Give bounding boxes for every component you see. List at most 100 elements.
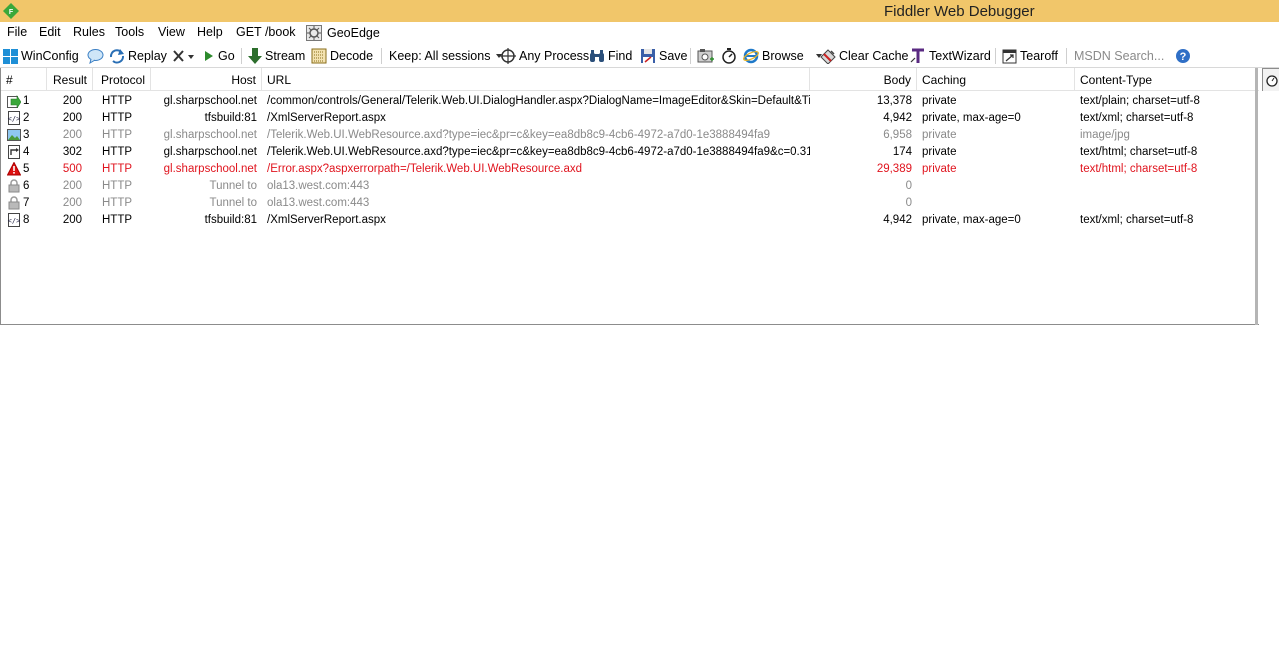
- session-row[interactable]: 1 200 HTTP gl.sharpschool.net/common/contro…: [1, 93, 1259, 110]
- menu-tools[interactable]: Tools: [115, 25, 144, 39]
- column-header-url[interactable]: URL: [262, 68, 810, 90]
- session-protocol: HTTP: [102, 112, 133, 124]
- vertical-splitter[interactable]: [1255, 68, 1258, 325]
- session-number: 4: [23, 146, 30, 158]
- session-result: 200: [62, 180, 82, 192]
- session-number: 5: [23, 163, 30, 175]
- windows-icon: [3, 48, 18, 64]
- session-result: 200: [62, 95, 82, 107]
- toolbar-divider: [995, 48, 996, 64]
- session-row[interactable]: 4 302 HTTP gl.sharpschool.net/Telerik.Web.U…: [1, 144, 1259, 161]
- screenshot-button[interactable]: [697, 47, 714, 65]
- session-host: Tunnel to: [209, 197, 257, 209]
- column-header-body[interactable]: Body: [810, 68, 917, 90]
- session-host: Tunnel to: [209, 180, 257, 192]
- clear-cache-label: Clear Cache: [839, 49, 909, 63]
- textwizard-button[interactable]: TextWizard: [910, 47, 991, 65]
- remove-sessions-button[interactable]: [172, 47, 196, 65]
- toolbar-divider: [241, 48, 242, 64]
- column-header-content-type[interactable]: Content-Type: [1075, 68, 1259, 90]
- browse-button[interactable]: Browse: [743, 47, 824, 65]
- session-content-type: text/xml; charset=utf-8: [1080, 214, 1194, 226]
- play-icon: [205, 51, 213, 61]
- session-result: 200: [62, 214, 82, 226]
- session-host: tfsbuild:81: [204, 214, 257, 226]
- comment-button[interactable]: [87, 47, 104, 65]
- tearoff-button[interactable]: Tearoff: [1002, 47, 1058, 65]
- keep-sessions-dropdown[interactable]: Keep: All sessions: [389, 47, 504, 65]
- session-row[interactable]: 5 500 HTTP gl.sharpschool.net/Error.aspx?as…: [1, 161, 1259, 178]
- session-host: tfsbuild:81: [204, 112, 257, 124]
- session-url: /XmlServerReport.aspx: [267, 112, 386, 124]
- save-button[interactable]: Save: [640, 47, 688, 65]
- msdn-search-input[interactable]: MSDN Search...: [1074, 47, 1164, 65]
- menu-get-book[interactable]: GET /book: [236, 25, 296, 39]
- lock-icon: [8, 196, 20, 210]
- session-body-size: 174: [892, 146, 912, 158]
- session-protocol: HTTP: [102, 180, 133, 192]
- session-url: /Error.aspx?aspxerrorpath=/Telerik.Web.U…: [267, 163, 583, 175]
- tearoff-label: Tearoff: [1020, 49, 1058, 63]
- session-url: ola13.west.com:443: [267, 197, 370, 209]
- session-row[interactable]: </> 8 200 HTTP tfsbuild:81/XmlServerReport.a…: [1, 212, 1259, 229]
- winconfig-button[interactable]: WinConfig: [3, 47, 79, 65]
- session-row[interactable]: 7 200 HTTP Tunnel to ola13.west.com:443 0: [1, 195, 1259, 212]
- timer-button[interactable]: [721, 47, 737, 65]
- session-number: 2: [23, 112, 30, 124]
- crosshair-icon: [500, 48, 516, 64]
- session-content-type: image/jpg: [1080, 129, 1130, 141]
- session-content-type: [1075, 195, 1255, 212]
- stopwatch-icon: [1266, 75, 1278, 87]
- decode-button[interactable]: Decode: [311, 47, 373, 65]
- geoedge-icon: [306, 25, 322, 41]
- clear-cache-button[interactable]: Clear Cache: [820, 47, 908, 65]
- tearoff-window-icon: [1002, 49, 1017, 63]
- menu-view[interactable]: View: [158, 25, 185, 39]
- stopwatch-icon: [722, 48, 736, 64]
- session-body-size: 0: [905, 197, 912, 209]
- menu-help[interactable]: Help: [197, 25, 223, 39]
- column-header-host[interactable]: Host: [151, 68, 262, 90]
- menu-edit[interactable]: Edit: [39, 25, 61, 39]
- any-process-button[interactable]: Any Process: [500, 47, 589, 65]
- session-content-type: text/html; charset=utf-8: [1080, 163, 1198, 175]
- session-caching: private: [922, 129, 957, 141]
- inspector-panel-edge[interactable]: [1262, 68, 1279, 91]
- session-caching: [917, 178, 1075, 195]
- session-url: ola13.west.com:443: [267, 180, 370, 192]
- session-row[interactable]: </> 2 200 HTTP tfsbuild:81/XmlServerReport.a…: [1, 110, 1259, 127]
- session-caching: private, max-age=0: [922, 112, 1021, 124]
- column-header-result[interactable]: Result: [47, 68, 93, 90]
- fiddler-logo-icon: F: [3, 3, 19, 19]
- xml-doc-icon: </>: [8, 213, 21, 227]
- column-header-caching[interactable]: Caching: [917, 68, 1075, 90]
- replay-button[interactable]: Replay: [109, 47, 167, 65]
- toolbar-divider: [1066, 48, 1067, 64]
- find-label: Find: [608, 49, 633, 63]
- save-label: Save: [659, 49, 688, 63]
- session-body-size: 6,958: [883, 129, 912, 141]
- find-button[interactable]: Find: [589, 47, 632, 65]
- session-row[interactable]: 6 200 HTTP Tunnel to ola13.west.com:443 0: [1, 178, 1259, 195]
- column-header-protocol[interactable]: Protocol: [93, 68, 151, 90]
- session-row[interactable]: 3 200 HTTP gl.sharpschool.net/Telerik.Web.U…: [1, 127, 1259, 144]
- help-button[interactable]: ?: [1175, 47, 1191, 65]
- go-button[interactable]: Go: [203, 47, 235, 65]
- column-header-number[interactable]: #: [1, 68, 47, 90]
- session-body-size: 13,378: [876, 95, 912, 107]
- svg-text:F: F: [9, 9, 14, 16]
- go-label: Go: [218, 49, 235, 63]
- menu-geoedge[interactable]: GeoEdge: [306, 25, 380, 41]
- stream-button[interactable]: Stream: [248, 47, 305, 65]
- sessions-header: # Result Protocol Host URL Body Caching …: [1, 68, 1259, 91]
- menu-rules[interactable]: Rules: [73, 25, 105, 39]
- svg-text:</>: </>: [8, 217, 21, 225]
- winconfig-label: WinConfig: [21, 49, 79, 63]
- speech-bubble-icon: [87, 49, 104, 64]
- session-host: gl.sharpschool.net: [163, 129, 257, 141]
- session-url: /Telerik.Web.UI.WebResource.axd?type=iec…: [267, 146, 810, 158]
- title-bar: F Fiddler Web Debugger: [0, 0, 1279, 22]
- menu-geoedge-label: GeoEdge: [327, 26, 380, 40]
- session-result: 200: [62, 197, 82, 209]
- menu-file[interactable]: File: [7, 25, 27, 39]
